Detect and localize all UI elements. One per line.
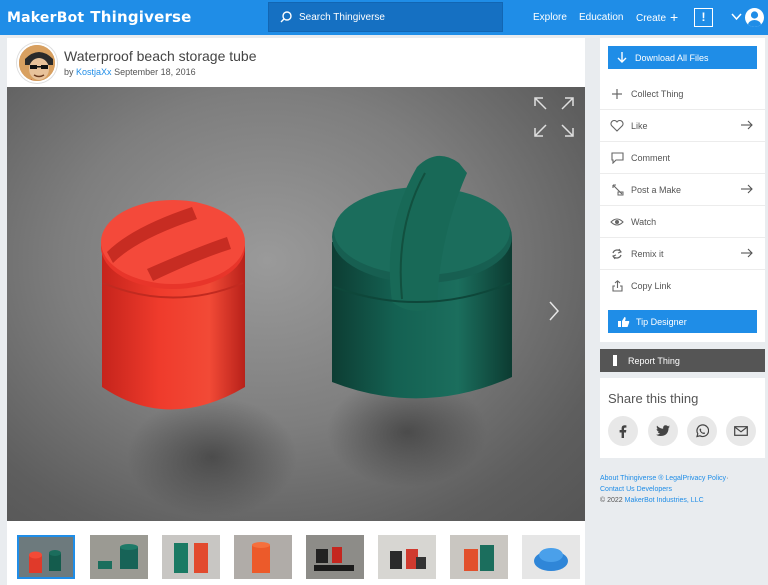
thumbnail-strip — [7, 529, 585, 585]
thumbnail-6[interactable] — [378, 535, 436, 579]
nav-create[interactable]: Create + — [636, 9, 679, 25]
report-label: Report Thing — [628, 355, 680, 366]
search-box[interactable] — [268, 2, 503, 32]
whatsapp-icon — [696, 424, 709, 438]
thumbs-up-icon — [618, 316, 630, 327]
thumbnail-7[interactable] — [450, 535, 508, 579]
logo-makerbot: MakerBot — [7, 10, 85, 26]
thing-main-card: Waterproof beach storage tube by KostjaX… — [7, 38, 585, 585]
email-icon — [734, 426, 748, 436]
tip-designer-button[interactable]: Tip Designer — [608, 310, 757, 333]
thumbnail-4[interactable] — [234, 535, 292, 579]
footer-line-2: Contact Us Developers — [600, 484, 768, 495]
make-icon — [609, 183, 625, 196]
search-icon — [280, 11, 292, 23]
top-navigation-bar: MakerBot Thingiverse Explore Education Cr… — [0, 0, 768, 35]
author-link[interactable]: KostjaXx — [76, 67, 112, 77]
legal-link[interactable]: ® Legal — [658, 475, 682, 482]
arrow-right-icon — [741, 120, 753, 130]
thumbnail-5[interactable] — [306, 535, 364, 579]
thing-title: Waterproof beach storage tube — [64, 48, 257, 64]
heart-icon — [609, 119, 625, 132]
plus-icon — [609, 88, 625, 99]
download-arrow-icon — [617, 52, 627, 63]
thumbnail-2[interactable] — [90, 535, 148, 579]
whatsapp-share-button[interactable] — [687, 416, 717, 446]
thumbnail-8[interactable] — [522, 535, 580, 579]
report-thing-button[interactable]: Report Thing — [600, 349, 765, 372]
like-button[interactable]: Like — [600, 110, 765, 142]
contact-link[interactable]: Contact Us — [600, 486, 635, 493]
download-label: Download All Files — [635, 52, 709, 63]
author-avatar[interactable] — [17, 43, 57, 83]
facebook-icon — [619, 424, 627, 438]
fullscreen-expand-icon[interactable] — [533, 96, 575, 138]
twitter-icon — [656, 425, 670, 436]
about-link[interactable]: About Thingiverse — [600, 475, 656, 482]
watch-label: Watch — [631, 216, 657, 227]
user-icon — [748, 11, 761, 27]
comment-button[interactable]: Comment — [600, 142, 765, 174]
post-a-make-button[interactable]: Post a Make — [600, 174, 765, 206]
footer-line-3: © 2022 MakerBot Industries, LLC — [600, 495, 768, 506]
thingiverse-logo[interactable]: MakerBot Thingiverse — [7, 8, 192, 26]
privacy-link[interactable]: Privacy Policy — [682, 475, 726, 482]
copy-link-label: Copy Link — [631, 281, 672, 291]
facebook-share-button[interactable] — [608, 416, 638, 446]
download-all-files-button[interactable]: Download All Files — [608, 46, 757, 69]
remix-label: Remix it — [631, 248, 664, 259]
eye-icon — [609, 217, 625, 227]
thumbnail-1[interactable] — [17, 535, 75, 579]
report-flag-icon — [613, 355, 617, 366]
company-link[interactable]: MakerBot Industries, LLC — [625, 497, 704, 504]
watch-button[interactable]: Watch — [600, 206, 765, 238]
product-photo — [101, 155, 512, 517]
next-image-arrow-icon[interactable] — [548, 300, 560, 322]
arrow-right-icon — [741, 184, 753, 194]
logo-thingiverse: Thingiverse — [90, 8, 192, 26]
author-avatar-image — [19, 45, 55, 81]
share-link-icon — [609, 280, 625, 292]
nav-explore[interactable]: Explore — [533, 12, 567, 23]
chevron-down-icon[interactable] — [731, 11, 742, 22]
thumbnail-3[interactable] — [162, 535, 220, 579]
thing-actions-panel: Download All Files Collect Thing Like Co… — [600, 38, 765, 342]
nav-create-label: Create — [636, 13, 667, 24]
comment-label: Comment — [631, 152, 671, 163]
comment-icon — [609, 151, 625, 164]
nav-education[interactable]: Education — [579, 12, 623, 23]
search-input[interactable] — [299, 11, 479, 23]
create-plus-icon: + — [670, 9, 679, 25]
collect-thing-button[interactable]: Collect Thing — [600, 78, 765, 110]
tip-designer-label: Tip Designer — [636, 316, 687, 327]
share-title: Share this thing — [608, 391, 699, 406]
email-share-button[interactable] — [726, 416, 756, 446]
thing-byline: by KostjaXx September 18, 2016 — [64, 67, 196, 77]
post-a-make-label: Post a Make — [631, 184, 682, 195]
footer-separator: · — [726, 475, 729, 482]
byline-prefix: by — [64, 67, 74, 77]
thing-date: September 18, 2016 — [114, 67, 196, 77]
footer-line-1: About Thingiverse ® LegalPrivacy Policy· — [600, 473, 768, 484]
twitter-share-button[interactable] — [648, 416, 678, 446]
main-image-viewer[interactable] — [7, 87, 585, 521]
share-panel: Share this thing — [600, 378, 765, 458]
copy-link-button[interactable]: Copy Link — [600, 270, 765, 302]
notification-alert-icon[interactable]: ! — [694, 8, 713, 27]
arrow-right-icon — [741, 248, 753, 258]
collect-label: Collect Thing — [631, 88, 684, 99]
copyright-text: © 2022 — [600, 497, 623, 504]
developers-link[interactable]: Developers — [637, 486, 672, 493]
remix-icon — [609, 248, 625, 260]
remix-it-button[interactable]: Remix it — [600, 238, 765, 270]
like-label: Like — [631, 120, 648, 131]
user-avatar[interactable] — [745, 8, 764, 27]
sidebar-footer: About Thingiverse ® LegalPrivacy Policy·… — [600, 473, 768, 506]
